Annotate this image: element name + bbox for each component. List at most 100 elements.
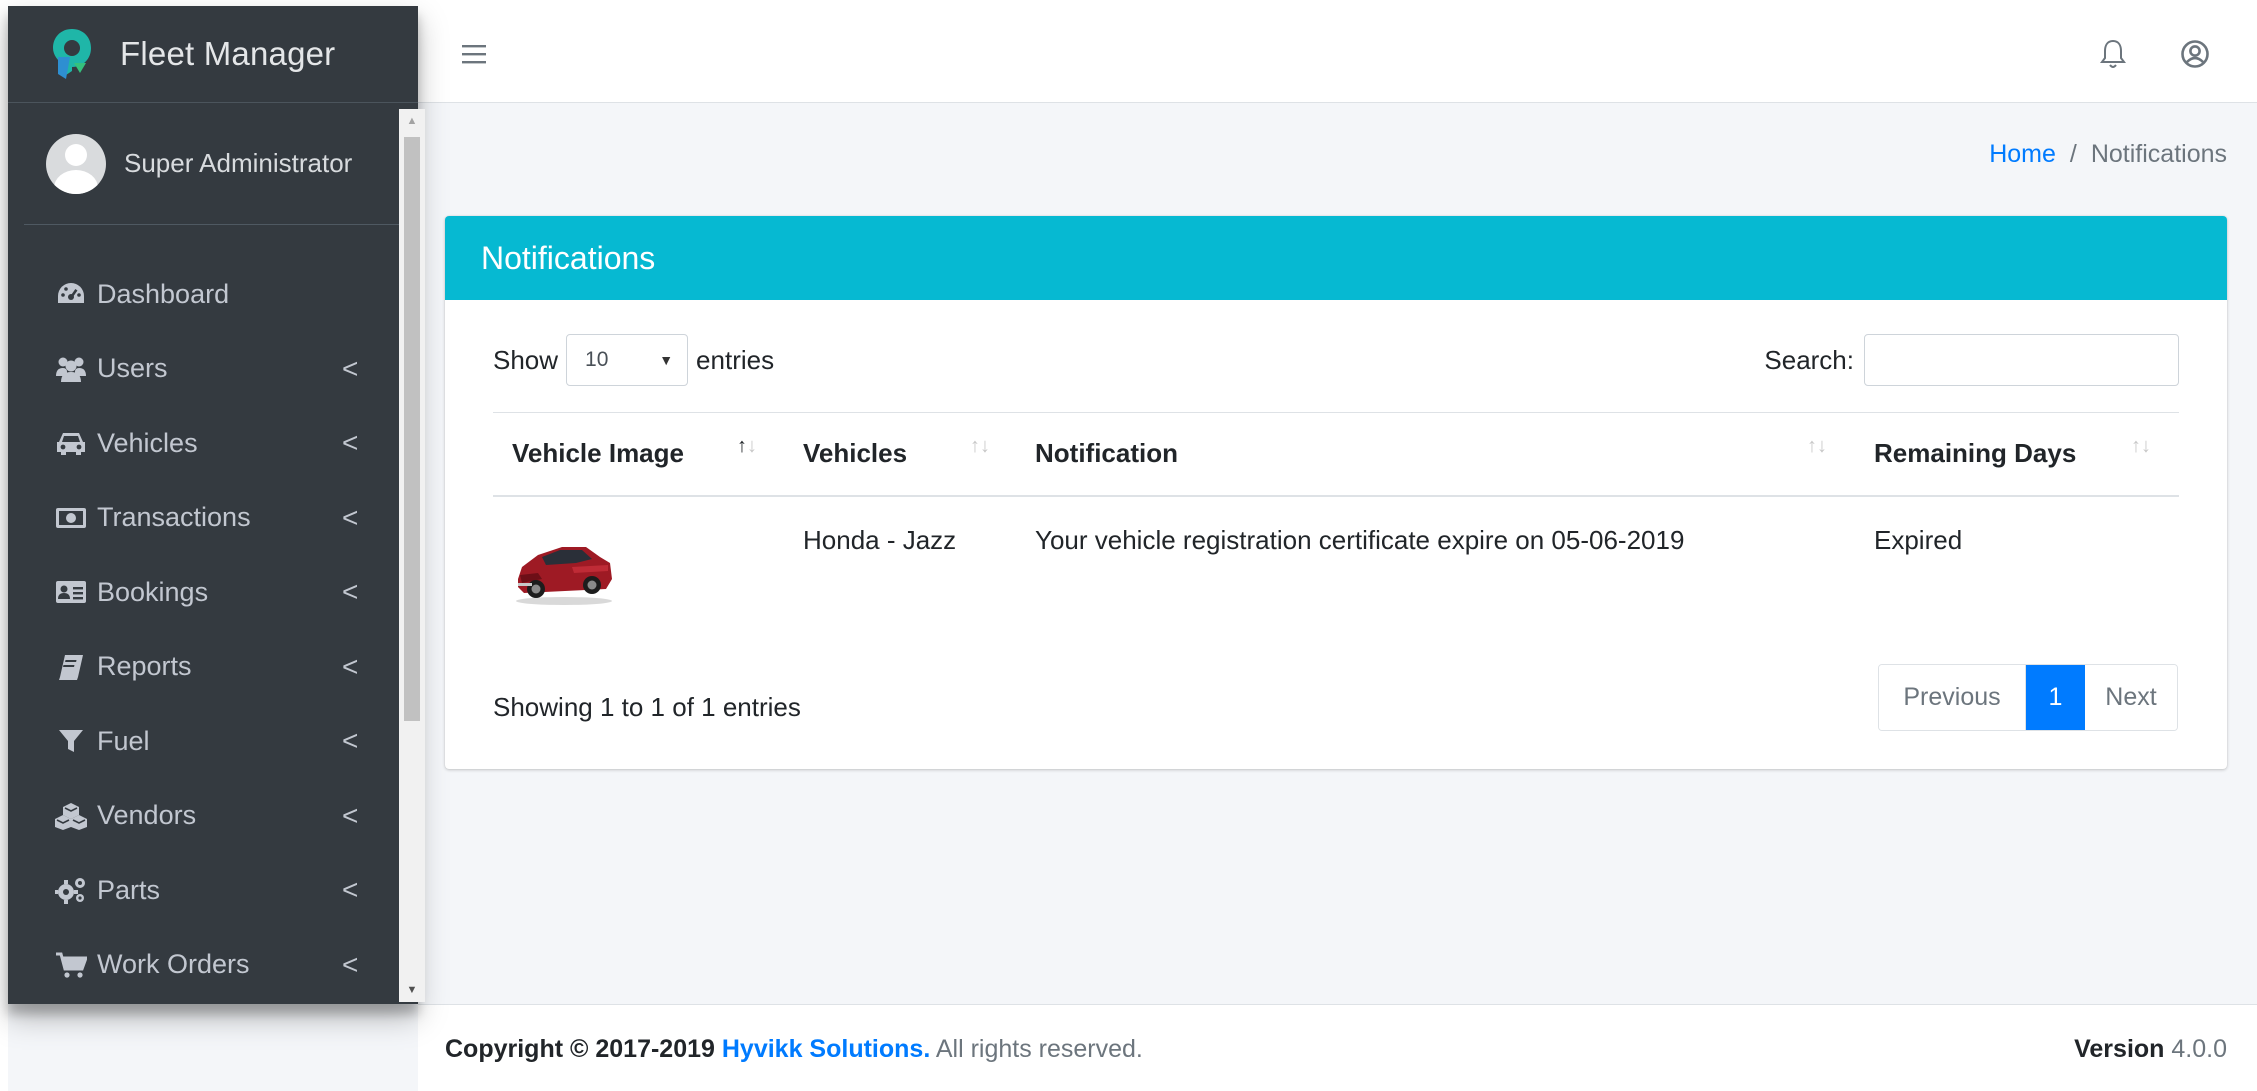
breadcrumb: Home / Notifications — [1989, 140, 2227, 169]
sidebar-item-transactions[interactable]: Transactions < — [8, 481, 418, 556]
sidebar-item-users[interactable]: Users < — [8, 332, 418, 407]
sidebar-item-vehicles[interactable]: Vehicles < — [8, 406, 418, 481]
sort-icon: ↑↓ — [2131, 435, 2151, 457]
vehicle-image-cell — [493, 495, 784, 626]
chevron-left-icon: < — [342, 352, 359, 384]
pagination: Previous 1 Next — [1878, 664, 2178, 731]
page-1-button[interactable]: 1 — [2026, 665, 2085, 730]
card-header: Notifications — [445, 216, 2227, 300]
user-name: Super Administrator — [124, 148, 353, 178]
show-label: Show — [493, 344, 559, 375]
sidebar-item-label: Reports — [97, 651, 192, 682]
entries-select[interactable]: 10 ▼ — [566, 334, 689, 386]
sidebar-item-dashboard[interactable]: Dashboard — [8, 257, 418, 332]
sort-asc-icon: ↑↓ — [737, 435, 757, 457]
caret-down-icon: ▼ — [659, 352, 674, 368]
card-title: Notifications — [481, 239, 656, 276]
scrollbar-thumb[interactable] — [404, 137, 420, 721]
column-header-remaining-days[interactable]: Remaining Days ↑↓ — [1855, 412, 2179, 497]
car-icon — [54, 428, 88, 458]
sidebar-item-reports[interactable]: Reports < — [8, 630, 418, 705]
sidebar-scrollbar[interactable]: ▲ ▼ — [399, 109, 425, 1002]
sidebar-nav: Dashboard Users < Vehicles < Transaction… — [8, 225, 418, 1002]
breadcrumb-home-link[interactable]: Home — [1989, 140, 2056, 168]
entries-length-control: Show 10 ▼ entries — [493, 334, 774, 386]
footer: Copyright © 2017-2019 Hyvikk Solutions. … — [418, 1004, 2257, 1091]
scroll-down-arrow-icon[interactable]: ▼ — [399, 978, 425, 1002]
users-icon — [54, 354, 88, 384]
sidebar-item-vendors[interactable]: Vendors < — [8, 779, 418, 854]
next-page-button[interactable]: Next — [2085, 665, 2177, 730]
rights-text: All rights reserved. — [935, 1035, 1143, 1063]
sidebar-item-label: Vendors — [97, 800, 197, 831]
chevron-left-icon: < — [342, 501, 359, 533]
chevron-left-icon: < — [342, 799, 359, 831]
company-link[interactable]: Hyvikk Solutions. — [722, 1035, 930, 1063]
cart-icon — [54, 950, 88, 980]
brand-name: Fleet Manager — [120, 35, 336, 72]
chevron-left-icon: < — [342, 725, 359, 757]
vehicle-cell: Honda - Jazz — [784, 495, 1016, 626]
chevron-left-icon: < — [342, 427, 359, 459]
sidebar-item-work-orders[interactable]: Work Orders < — [8, 928, 418, 1003]
column-header-label: Notification — [1035, 438, 1178, 469]
chevron-left-icon: < — [342, 650, 359, 682]
sort-icon: ↑↓ — [970, 435, 990, 457]
copyright: Copyright © 2017-2019 Hyvikk Solutions. … — [445, 1035, 1143, 1064]
table-row: Honda - Jazz Your vehicle registration c… — [493, 495, 2179, 626]
breadcrumb-current: Notifications — [2090, 140, 2227, 168]
chevron-left-icon: < — [342, 576, 359, 608]
chevron-left-icon: < — [342, 874, 359, 906]
sidebar-item-label: Parts — [97, 874, 161, 905]
entries-select-value: 10 — [585, 348, 609, 371]
version-value: 4.0.0 — [2171, 1035, 2227, 1063]
gears-icon — [54, 875, 88, 905]
account-icon[interactable] — [2180, 39, 2210, 69]
brand-link[interactable]: Fleet Manager — [8, 6, 418, 103]
scroll-up-arrow-icon[interactable]: ▲ — [399, 109, 425, 133]
sidebar-item-label: Vehicles — [97, 427, 198, 458]
sidebar-item-fuel[interactable]: Fuel < — [8, 704, 418, 779]
sidebar-item-label: Fuel — [97, 725, 150, 756]
dashboard-icon — [54, 279, 88, 309]
column-header-notification[interactable]: Notification ↑↓ — [1016, 412, 1855, 497]
fleet-manager-logo-icon — [53, 29, 91, 79]
previous-page-button[interactable]: Previous — [1879, 665, 2026, 730]
money-icon — [54, 503, 88, 533]
table-header-row: Vehicle Image ↑↓ Vehicles ↑↓ Notificatio… — [493, 412, 2179, 497]
sort-icon: ↑↓ — [1807, 435, 1827, 457]
top-navbar — [418, 6, 2257, 103]
notification-cell: Your vehicle registration certificate ex… — [1016, 495, 1855, 626]
cubes-icon — [54, 801, 88, 831]
sidebar-item-bookings[interactable]: Bookings < — [8, 555, 418, 630]
bell-icon[interactable] — [2098, 38, 2128, 70]
sidebar-item-parts[interactable]: Parts < — [8, 853, 418, 928]
notifications-table: Vehicle Image ↑↓ Vehicles ↑↓ Notificatio… — [493, 412, 2179, 626]
hamburger-icon[interactable] — [460, 36, 488, 72]
user-panel[interactable]: Super Administrator — [24, 103, 402, 225]
sidebar: Fleet Manager Super Administrator Dashbo… — [8, 6, 425, 1004]
sidebar-scroll-area: Super Administrator Dashboard Users < Ve… — [8, 103, 418, 1004]
table-search: Search: — [1764, 334, 2179, 386]
chevron-left-icon: < — [342, 948, 359, 980]
copyright-prefix: Copyright © 2017-2019 — [445, 1035, 715, 1063]
sidebar-item-label: Users — [97, 353, 168, 384]
remaining-days-cell: Expired — [1855, 495, 2179, 626]
sidebar-item-label: Transactions — [97, 502, 251, 533]
breadcrumb-separator: / — [2069, 140, 2077, 168]
search-input[interactable] — [1864, 334, 2179, 386]
sidebar-item-label: Work Orders — [97, 949, 250, 980]
address-card-icon — [54, 577, 88, 607]
search-label: Search: — [1764, 344, 1854, 375]
red-car-image[interactable] — [512, 527, 616, 607]
entries-label: entries — [696, 344, 775, 375]
filter-icon — [54, 726, 88, 756]
avatar — [46, 133, 106, 194]
column-header-label: Vehicles — [803, 438, 908, 469]
version-info: Version 4.0.0 — [2074, 1035, 2227, 1064]
column-header-vehicles[interactable]: Vehicles ↑↓ — [784, 412, 1016, 497]
column-header-vehicle-image[interactable]: Vehicle Image ↑↓ — [493, 412, 784, 497]
notifications-card: Notifications Show 10 ▼ entries Search: … — [445, 216, 2227, 769]
version-label: Version — [2074, 1035, 2165, 1063]
column-header-label: Remaining Days — [1874, 438, 2077, 469]
